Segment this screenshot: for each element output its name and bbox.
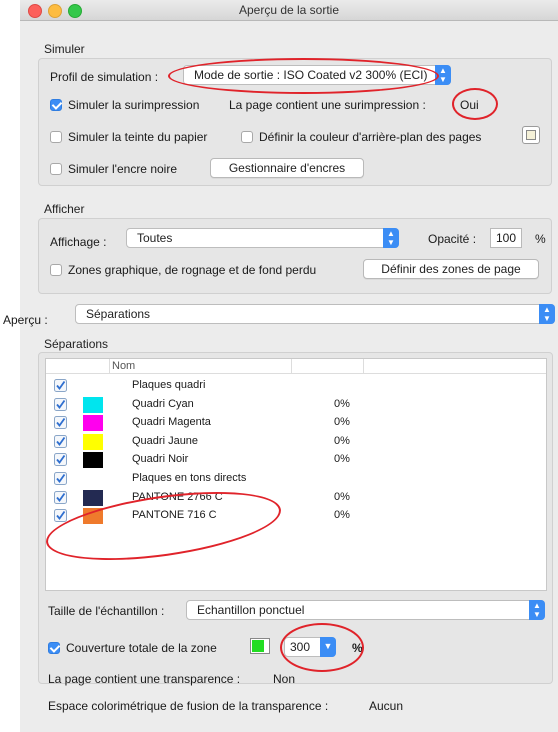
row-percentage: 0% xyxy=(334,509,350,522)
affichage-value: Toutes xyxy=(137,231,173,245)
couverture-checkbox[interactable] xyxy=(48,642,60,654)
row-name: Plaques quadri xyxy=(132,379,206,391)
couverture-unit: % xyxy=(352,641,363,655)
row-name: Quadri Cyan xyxy=(132,397,194,410)
couverture-select[interactable]: 300 ▼ xyxy=(284,637,336,657)
row-color-swatch xyxy=(83,433,103,450)
list-header: Nom xyxy=(46,359,546,374)
group-label-simuler: Simuler xyxy=(44,42,85,56)
row-name: PANTONE 2766 C xyxy=(132,490,223,503)
chevron-updown-icon: ▲ ▼ xyxy=(539,304,555,324)
separations-list[interactable]: Nom Plaques quadri Quadri Cyan 0% Quadri Ma… xyxy=(45,358,547,591)
table-row[interactable]: Plaques en tons directs xyxy=(46,470,546,488)
row-color-swatch xyxy=(83,508,103,525)
couverture-label: Couverture totale de la zone xyxy=(66,641,217,655)
window-title: Aperçu de la sortie xyxy=(238,3,340,17)
column-nom: Nom xyxy=(112,360,136,372)
apercu-select[interactable]: Séparations ▲ ▼ xyxy=(75,304,555,324)
row-checkmark-icon[interactable] xyxy=(54,379,67,392)
fond-couleur-label: Définir la couleur d'arrière-plan des pa… xyxy=(259,130,482,144)
espace-label: Espace colorimétrique de fusion de la tr… xyxy=(48,699,329,713)
chevron-updown-icon: ▲ ▼ xyxy=(435,65,451,85)
transparence-value: Non xyxy=(273,672,296,686)
opacite-unit: % xyxy=(535,232,546,246)
opacite-input[interactable]: 100 xyxy=(490,228,522,248)
zones-label: Zones graphique, de rognage et de fond p… xyxy=(68,263,317,277)
group-label-afficher: Afficher xyxy=(44,202,85,216)
row-color-swatch xyxy=(83,489,103,506)
table-row[interactable]: PANTONE 2766 C 0% xyxy=(46,489,546,507)
surimpression-label: Simuler la surimpression xyxy=(68,98,200,112)
apercu-value: Séparations xyxy=(86,307,151,321)
espace-value: Aucun xyxy=(369,699,404,713)
row-percentage: 0% xyxy=(334,434,350,447)
profil-value: Mode de sortie : ISO Coated v2 300% (ECI… xyxy=(194,68,428,82)
row-percentage: 0% xyxy=(334,397,350,410)
row-name: Quadri Noir xyxy=(132,453,189,466)
table-row[interactable]: Quadri Cyan 0% xyxy=(46,396,546,414)
definir-zones-button[interactable]: Définir des zones de page xyxy=(363,259,539,279)
couverture-color-well[interactable] xyxy=(250,638,270,654)
row-checkmark-icon[interactable] xyxy=(54,453,67,467)
row-name: Quadri Magenta xyxy=(132,416,211,429)
zones-checkbox[interactable] xyxy=(50,264,62,276)
profil-label: Profil de simulation : xyxy=(50,70,159,84)
row-checkmark-icon[interactable] xyxy=(54,397,67,411)
row-percentage: 0% xyxy=(334,416,350,429)
profil-select[interactable]: Mode de sortie : ISO Coated v2 300% (ECI… xyxy=(183,65,451,85)
row-checkmark-icon[interactable] xyxy=(54,416,67,430)
couverture-swatch xyxy=(252,640,264,652)
row-checkmark-icon[interactable] xyxy=(54,434,67,448)
title-bar: Aperçu de la sortie xyxy=(20,0,558,21)
table-row[interactable]: Quadri Noir 0% xyxy=(46,451,546,469)
table-row[interactable]: Quadri Jaune 0% xyxy=(46,433,546,451)
row-name: Quadri Jaune xyxy=(132,434,199,447)
row-percentage: 0% xyxy=(334,453,350,466)
row-percentage: 0% xyxy=(334,490,350,503)
row-name: Plaques en tons directs xyxy=(132,472,247,484)
row-checkmark-icon[interactable] xyxy=(54,509,67,523)
chevron-updown-icon: ▲ ▼ xyxy=(383,228,399,248)
row-checkmark-icon[interactable] xyxy=(54,490,67,504)
echantillon-value: Echantillon ponctuel xyxy=(197,603,305,617)
page-surimpression-label: La page contient une surimpression : xyxy=(229,98,426,112)
echantillon-label: Taille de l'échantillon : xyxy=(48,604,165,618)
teinte-papier-label: Simuler la teinte du papier xyxy=(68,130,208,144)
affichage-label: Affichage : xyxy=(50,235,107,249)
table-row[interactable]: PANTONE 716 C 0% xyxy=(46,507,546,525)
opacite-label: Opacité : xyxy=(428,232,477,246)
encre-noire-label: Simuler l'encre noire xyxy=(68,162,178,176)
row-color-swatch xyxy=(83,452,103,469)
encre-noire-checkbox[interactable] xyxy=(50,163,62,175)
fond-couleur-checkbox[interactable] xyxy=(241,131,253,143)
affichage-select[interactable]: Toutes ▲ ▼ xyxy=(126,228,399,248)
page-surimpression-value: Oui xyxy=(460,98,479,112)
row-color-swatch xyxy=(83,415,103,432)
apercu-label: Aperçu : xyxy=(3,313,48,327)
group-label-separations: Séparations xyxy=(44,337,109,351)
table-row[interactable]: Quadri Magenta 0% xyxy=(46,414,546,432)
echantillon-select[interactable]: Echantillon ponctuel ▲ ▼ xyxy=(186,600,545,620)
gestionnaire-encres-button[interactable]: Gestionnaire d'encres xyxy=(210,158,364,178)
surimpression-checkbox[interactable] xyxy=(50,99,62,111)
teinte-papier-checkbox[interactable] xyxy=(50,131,62,143)
row-checkmark-icon[interactable] xyxy=(54,472,67,485)
chevron-updown-icon: ▲ ▼ xyxy=(529,600,545,620)
row-name: PANTONE 716 C xyxy=(132,509,217,522)
table-row[interactable]: Plaques quadri xyxy=(46,377,546,395)
background-color-well[interactable] xyxy=(522,126,540,144)
color-well-swatch xyxy=(526,130,536,140)
chevron-down-icon: ▼ xyxy=(320,637,336,657)
couverture-value: 300 xyxy=(290,640,311,654)
transparence-label: La page contient une transparence : xyxy=(48,672,241,686)
row-color-swatch xyxy=(83,396,103,413)
